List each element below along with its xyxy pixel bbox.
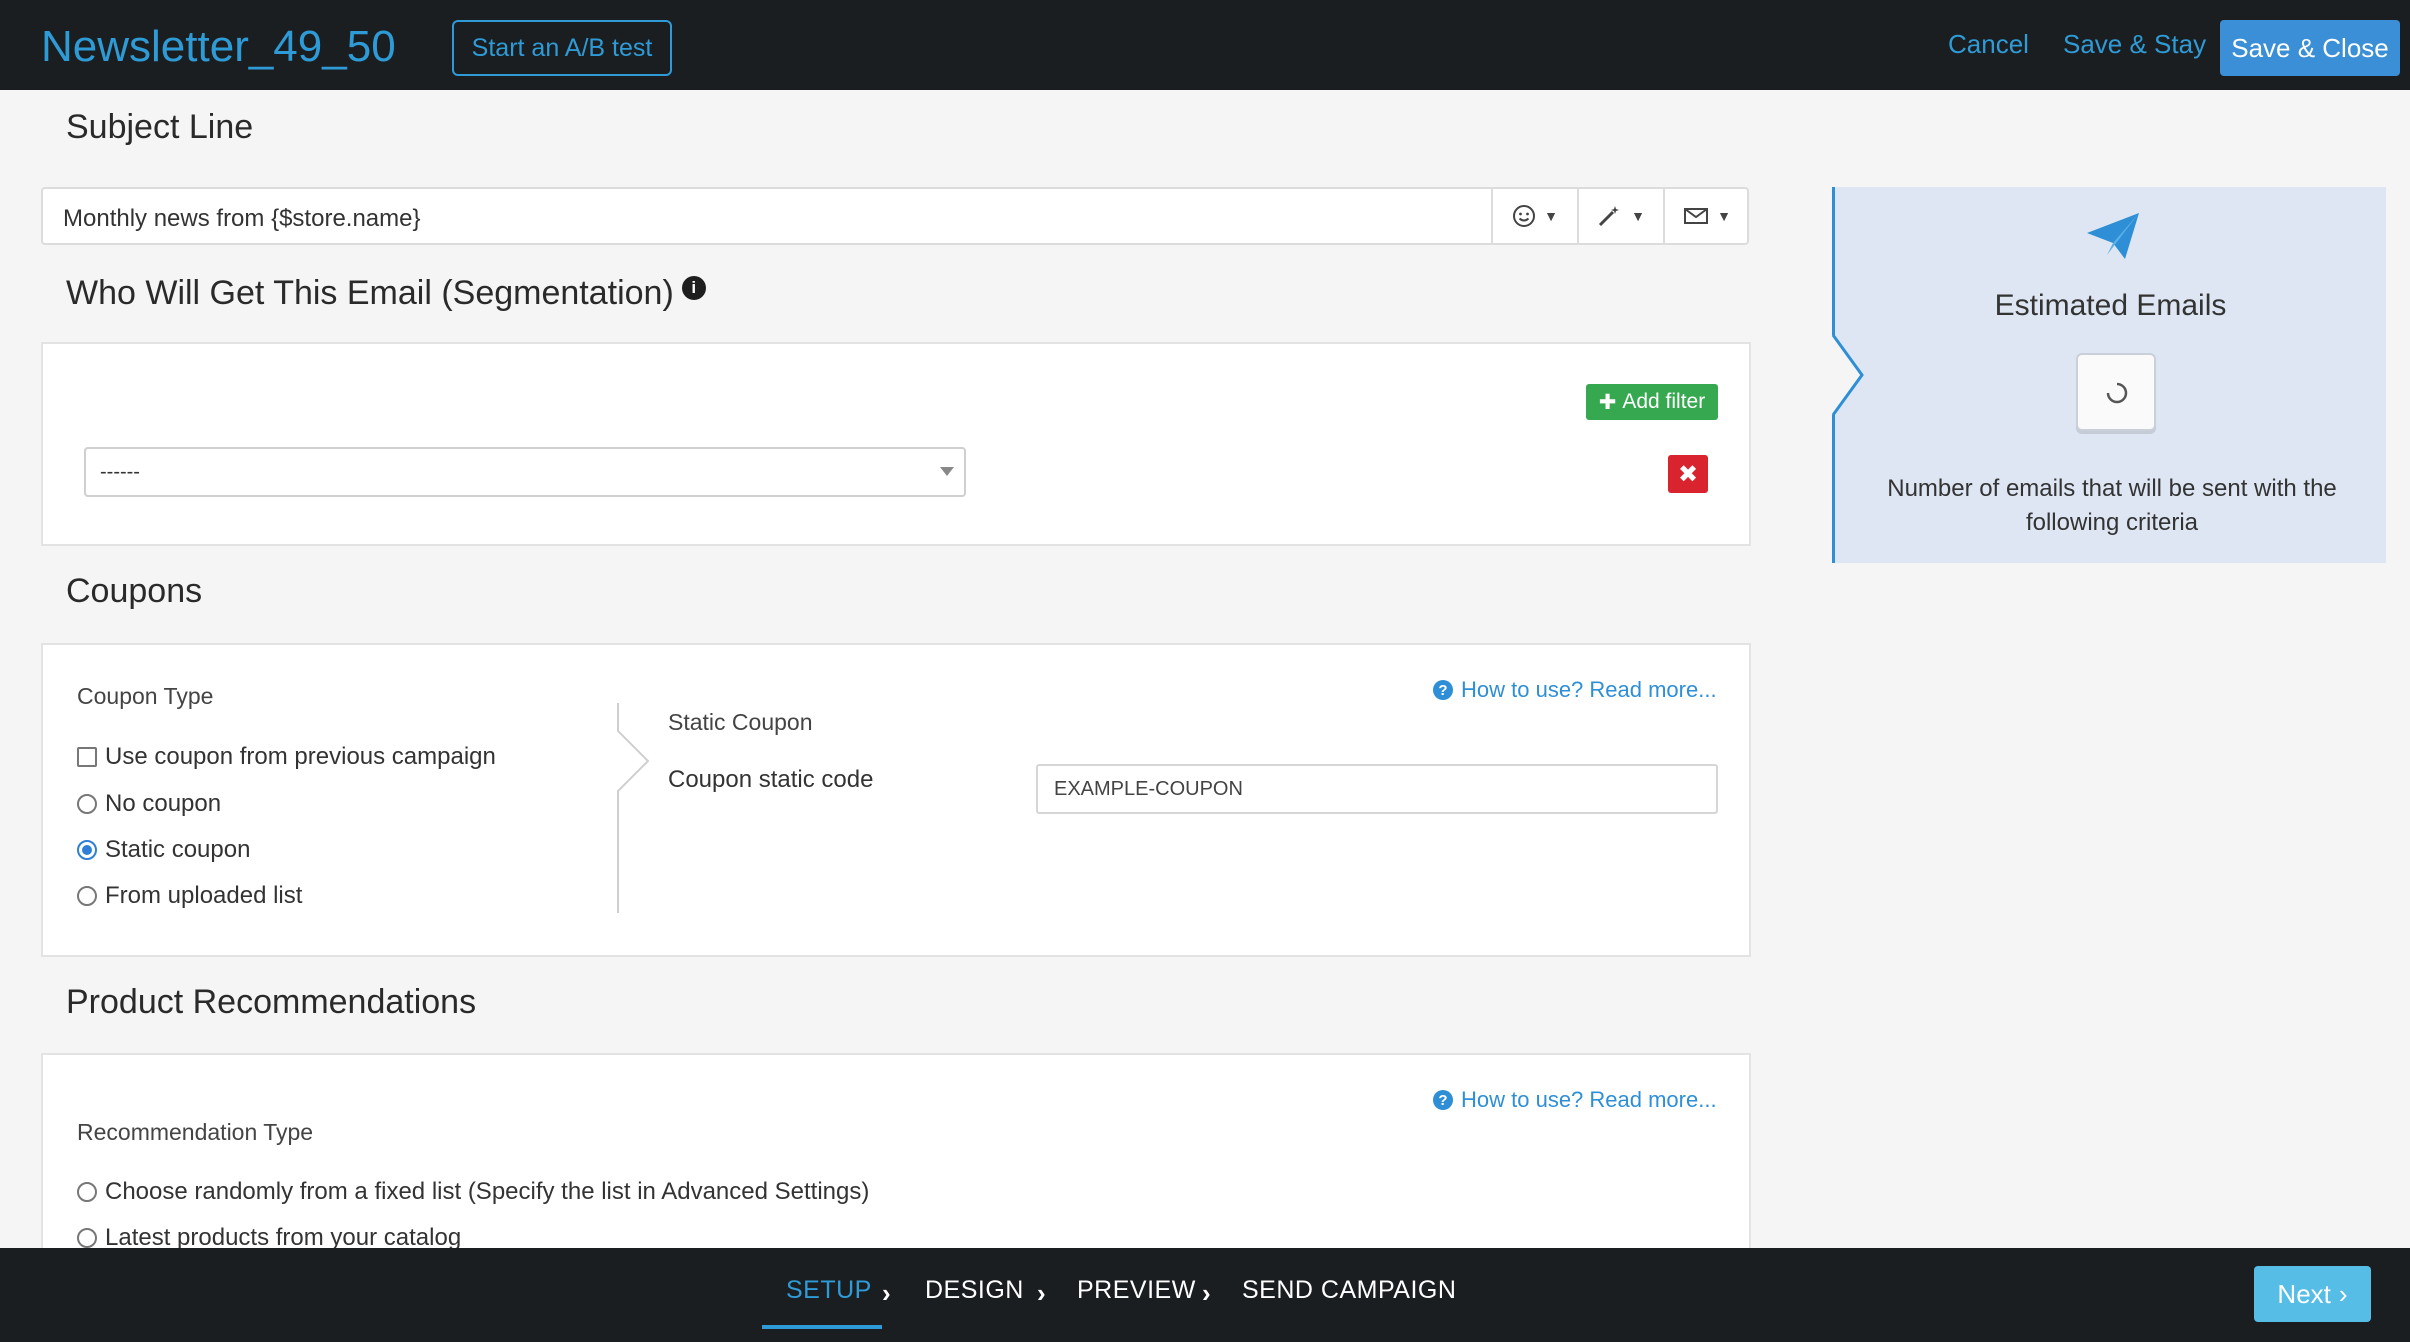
cancel-button[interactable]: Cancel bbox=[1948, 29, 2029, 60]
recommendation-option-latest[interactable]: Latest products from your catalog bbox=[77, 1224, 461, 1248]
static-coupon-title: Static Coupon bbox=[668, 709, 813, 735]
question-icon: ? bbox=[1433, 1090, 1453, 1110]
segmentation-section-title: Who Will Get This Email (Segmentation) i bbox=[66, 274, 706, 313]
step-preview[interactable]: PREVIEW bbox=[1077, 1276, 1196, 1305]
panel-pointer bbox=[1832, 335, 1864, 415]
recommendations-help-label: How to use? Read more... bbox=[1461, 1087, 1717, 1112]
subject-value: Monthly news from {$store.name} bbox=[63, 205, 421, 232]
coupon-code-label: Coupon static code bbox=[668, 766, 874, 793]
coupon-option-none[interactable]: No coupon bbox=[77, 790, 221, 818]
coupon-option-previous[interactable]: Use coupon from previous campaign bbox=[77, 743, 496, 771]
recommendations-help-link[interactable]: ? How to use? Read more... bbox=[1433, 1087, 1717, 1113]
add-filter-label: Add filter bbox=[1622, 390, 1706, 413]
preheader-button[interactable]: ▼ bbox=[1663, 189, 1749, 243]
coupon-option-uploaded-label: From uploaded list bbox=[105, 882, 303, 909]
radio[interactable] bbox=[77, 794, 97, 814]
next-button[interactable]: Next › bbox=[2254, 1266, 2371, 1322]
coupon-option-static-label: Static coupon bbox=[105, 836, 251, 863]
recommendation-type-label: Recommendation Type bbox=[77, 1119, 314, 1145]
checkbox[interactable] bbox=[77, 747, 97, 767]
segment-select-value: ------ bbox=[100, 461, 140, 483]
coupons-help-label: How to use? Read more... bbox=[1461, 677, 1717, 702]
section-divider bbox=[617, 703, 650, 913]
segment-select[interactable]: ------ bbox=[84, 447, 966, 497]
next-label: Next bbox=[2277, 1278, 2331, 1309]
coupon-type-label: Coupon Type bbox=[77, 683, 214, 709]
magic-wand-icon bbox=[1599, 206, 1620, 227]
radio[interactable] bbox=[77, 1228, 97, 1248]
segmentation-card: ✚ Add filter ------ ✖ bbox=[41, 342, 1751, 546]
campaign-editor: Newsletter_49_50 Start an A/B test Cance… bbox=[0, 0, 2410, 1342]
recommendation-option-latest-label: Latest products from your catalog bbox=[105, 1224, 462, 1248]
top-bar: Newsletter_49_50 Start an A/B test Cance… bbox=[0, 0, 2410, 90]
coupon-option-none-label: No coupon bbox=[105, 790, 222, 817]
info-icon[interactable]: i bbox=[681, 276, 706, 300]
estimated-count-box bbox=[2076, 353, 2156, 431]
chevron-right-icon: › bbox=[1037, 1278, 1046, 1308]
coupon-option-uploaded[interactable]: From uploaded list bbox=[77, 882, 302, 910]
coupons-card: Coupon Type Use coupon from previous cam… bbox=[41, 643, 1751, 957]
coupon-code-input[interactable]: EXAMPLE-COUPON bbox=[1036, 764, 1718, 814]
campaign-title: Newsletter_49_50 bbox=[41, 22, 396, 71]
chevron-right-icon: › bbox=[2338, 1278, 2348, 1309]
coupons-section-title: Coupons bbox=[66, 572, 203, 610]
active-step-indicator bbox=[762, 1325, 882, 1329]
close-icon: ✖ bbox=[1677, 460, 1699, 488]
remove-filter-button[interactable]: ✖ bbox=[1668, 455, 1708, 493]
step-send-campaign[interactable]: SEND CAMPAIGN bbox=[1242, 1276, 1456, 1305]
ab-test-button[interactable]: Start an A/B test bbox=[452, 20, 672, 76]
subject-section-title: Subject Line bbox=[66, 108, 254, 146]
recommendation-option-random-label: Choose randomly from a fixed list (Speci… bbox=[105, 1178, 870, 1205]
chevron-down-icon: ▼ bbox=[1544, 208, 1558, 224]
coupon-option-previous-label: Use coupon from previous campaign bbox=[105, 743, 496, 770]
coupon-code-value: EXAMPLE-COUPON bbox=[1054, 778, 1243, 800]
radio-selected[interactable] bbox=[77, 840, 97, 860]
personalize-button[interactable]: ▼ bbox=[1577, 189, 1663, 243]
add-filter-button[interactable]: ✚ Add filter bbox=[1586, 384, 1718, 420]
recommendations-section-title: Product Recommendations bbox=[66, 983, 477, 1021]
chevron-right-icon: › bbox=[882, 1278, 891, 1308]
recommendations-card: ? How to use? Read more... Recommendatio… bbox=[41, 1053, 1751, 1248]
coupon-option-static[interactable]: Static coupon bbox=[77, 836, 250, 864]
chevron-down-icon: ▼ bbox=[1717, 208, 1731, 224]
recommendation-option-random[interactable]: Choose randomly from a fixed list (Speci… bbox=[77, 1178, 869, 1206]
question-icon: ? bbox=[1433, 680, 1453, 700]
save-close-button[interactable]: Save & Close bbox=[2220, 20, 2400, 76]
estimated-emails-panel: Estimated Emails Number of emails that w… bbox=[1832, 187, 2386, 563]
coupons-help-link[interactable]: ? How to use? Read more... bbox=[1433, 677, 1717, 703]
chevron-down-icon: ▼ bbox=[1631, 208, 1645, 224]
subject-input[interactable]: Monthly news from {$store.name} ▼ ▼ ▼ bbox=[41, 187, 1749, 245]
plus-icon: ✚ bbox=[1598, 390, 1617, 414]
step-design[interactable]: DESIGN bbox=[925, 1276, 1024, 1305]
segmentation-title-text: Who Will Get This Email (Segmentation) bbox=[66, 274, 674, 312]
estimated-emails-description: Number of emails that will be sent with … bbox=[1887, 475, 2337, 536]
chevron-right-icon: › bbox=[1202, 1278, 1211, 1308]
radio[interactable] bbox=[77, 1182, 97, 1202]
paper-plane-icon bbox=[2087, 213, 2139, 259]
emoji-icon bbox=[1513, 205, 1536, 227]
step-setup[interactable]: SETUP bbox=[786, 1276, 872, 1305]
emoji-button[interactable]: ▼ bbox=[1491, 189, 1577, 243]
chevron-down-icon bbox=[940, 467, 954, 476]
wizard-bar: SETUP › DESIGN › PREVIEW › SEND CAMPAIGN… bbox=[0, 1248, 2410, 1342]
save-stay-button[interactable]: Save & Stay bbox=[2063, 29, 2206, 60]
envelope-icon bbox=[1684, 208, 1709, 224]
estimated-emails-title: Estimated Emails bbox=[1994, 289, 2227, 322]
loading-spinner-icon bbox=[2106, 382, 2128, 404]
radio[interactable] bbox=[77, 886, 97, 906]
